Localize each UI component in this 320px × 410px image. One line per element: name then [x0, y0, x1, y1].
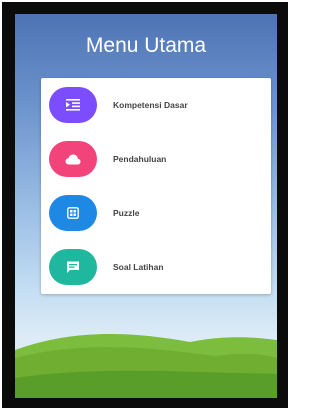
menu-item-label: Soal Latihan — [113, 262, 164, 272]
menu-item-puzzle[interactable]: Puzzle — [41, 186, 271, 240]
pendahuluan-icon-badge — [49, 141, 97, 177]
menu-item-label: Pendahuluan — [113, 154, 167, 164]
menu-item-kompetensi-dasar[interactable]: Kompetensi Dasar — [41, 78, 271, 132]
kompetensi-dasar-icon-badge — [49, 87, 97, 123]
menu-item-label: Kompetensi Dasar — [113, 100, 188, 110]
menu-item-pendahuluan[interactable]: Pendahuluan — [41, 132, 271, 186]
chat-icon — [67, 261, 79, 273]
grass-hills — [15, 333, 277, 398]
menu-item-soal-latihan[interactable]: Soal Latihan — [41, 240, 271, 294]
device-frame: Menu Utama Kompetensi Dasar Pendahuluan … — [2, 2, 288, 408]
soal-latihan-icon-badge — [49, 249, 97, 285]
list-icon — [66, 99, 80, 111]
grid-icon — [67, 207, 79, 219]
app-screen: Menu Utama Kompetensi Dasar Pendahuluan … — [15, 14, 277, 398]
menu-item-label: Puzzle — [113, 208, 140, 218]
page-title: Menu Utama — [85, 34, 207, 57]
puzzle-icon-badge — [49, 195, 97, 231]
menu-card: Kompetensi Dasar Pendahuluan Puzzle Soal… — [41, 78, 271, 294]
cloud-icon — [65, 154, 81, 164]
